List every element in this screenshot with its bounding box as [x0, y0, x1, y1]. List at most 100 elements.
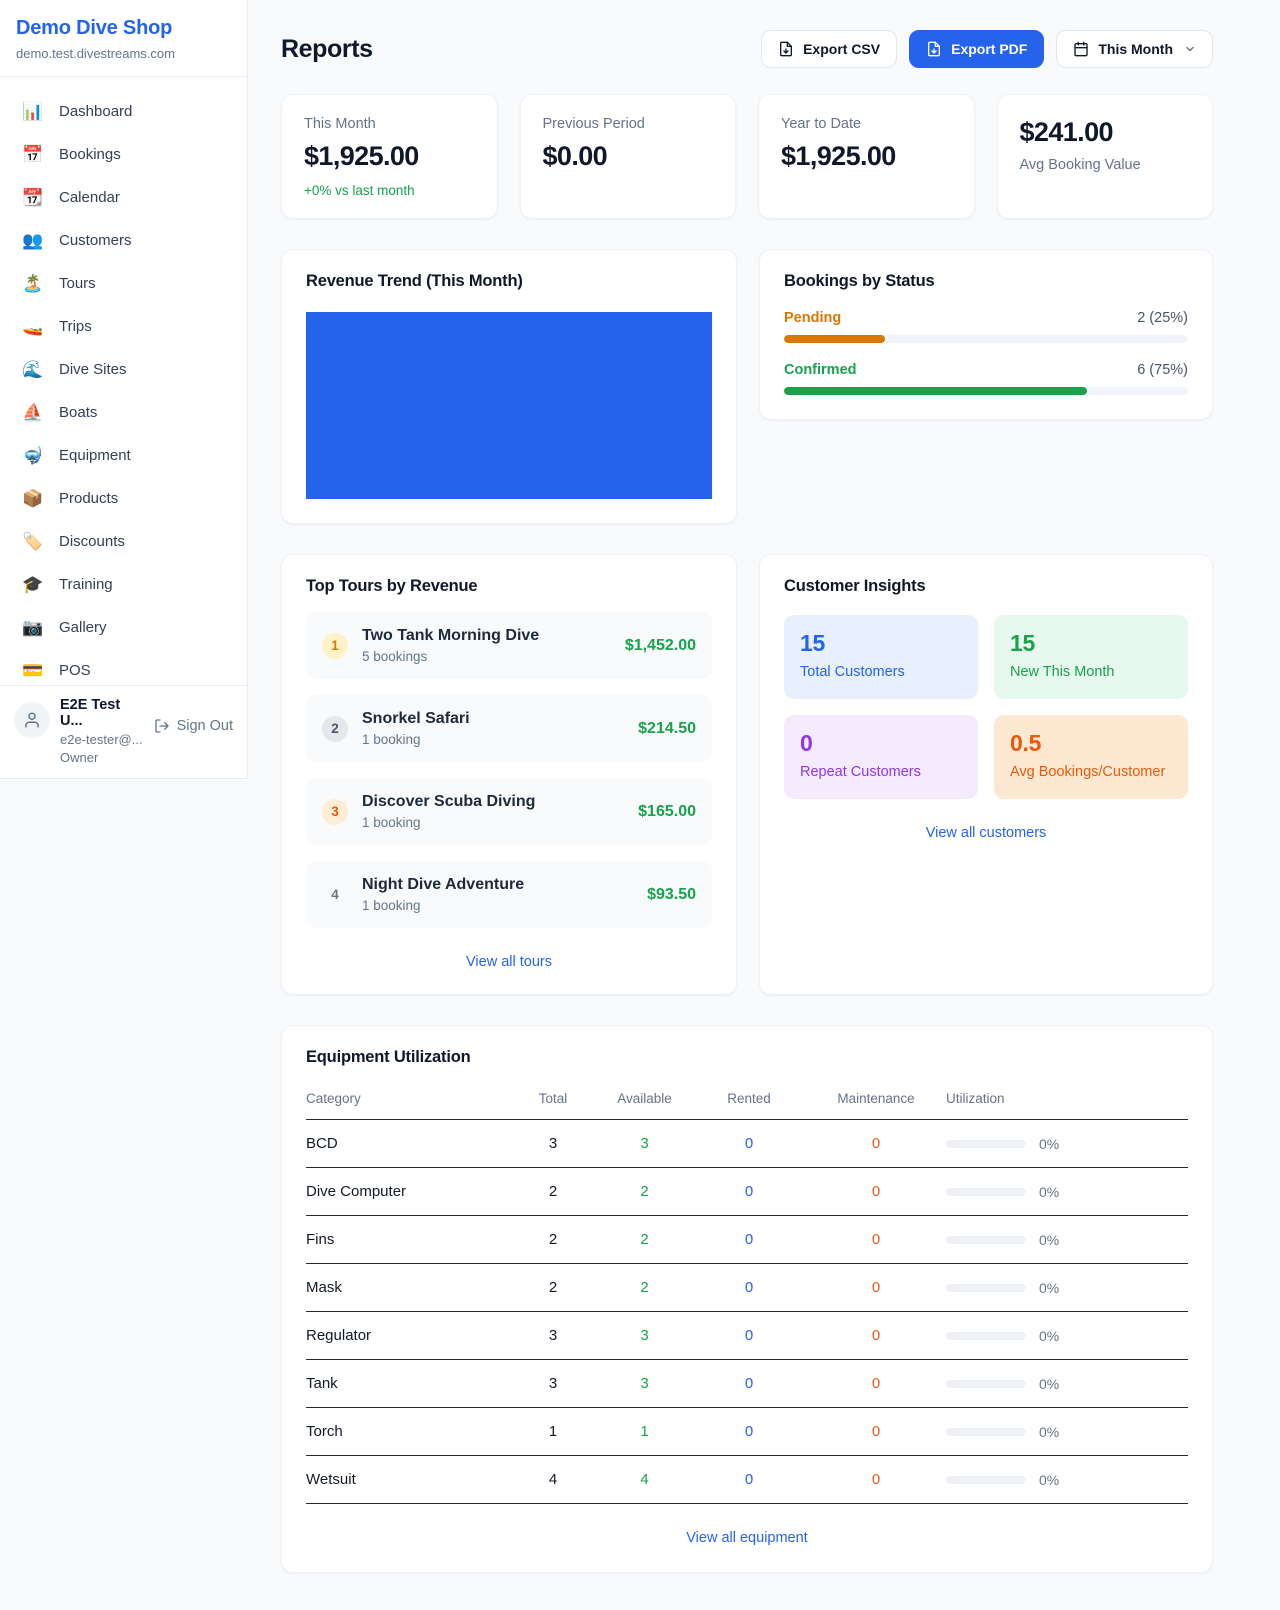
sidebar-nav: 📊 Dashboard 📅 Bookings 📆 Calendar 👥 Cust… — [0, 77, 247, 697]
stat-label: This Month — [304, 116, 475, 132]
sidebar-item-icon: ⛵ — [22, 402, 44, 424]
tour-revenue: $165.00 — [638, 803, 696, 821]
sidebar-item-icon: 👥 — [22, 230, 44, 252]
sidebar-item[interactable]: 📆 Calendar — [12, 177, 235, 219]
utilization-bar — [946, 1428, 1026, 1436]
sidebar-item[interactable]: 🤿 Equipment — [12, 435, 235, 477]
col-maintenance: Maintenance — [806, 1081, 946, 1120]
sidebar-item-label: Gallery — [59, 617, 107, 639]
sidebar-item-label: Dashboard — [59, 101, 132, 123]
customer-insights-title: Customer Insights — [784, 577, 1188, 596]
sidebar-item-label: Dive Sites — [59, 359, 127, 381]
sidebar-item-label: Equipment — [59, 445, 131, 467]
sidebar-item[interactable]: ⛵ Boats — [12, 392, 235, 434]
sidebar-item-label: Boats — [59, 402, 97, 424]
tour-rank-badge: 4 — [322, 882, 348, 908]
tour-item[interactable]: 2 Snorkel Safari 1 booking $214.50 — [306, 695, 712, 762]
equipment-available: 2 — [597, 1264, 692, 1312]
equipment-rented: 0 — [692, 1408, 806, 1456]
equipment-table-header: Category Total Available Rented Maintena… — [306, 1081, 1188, 1120]
user-email: e2e-tester@... — [60, 732, 144, 747]
utilization-bar — [946, 1332, 1026, 1340]
equipment-maintenance: 0 — [806, 1456, 946, 1504]
insight-value: 15 — [1010, 630, 1172, 657]
equipment-total: 2 — [509, 1216, 597, 1264]
shop-name[interactable]: Demo Dive Shop — [16, 17, 231, 40]
sidebar-item[interactable]: 🏝️ Tours — [12, 263, 235, 305]
sidebar-item[interactable]: 🎓 Training — [12, 564, 235, 606]
equipment-table: Category Total Available Rented Maintena… — [306, 1081, 1188, 1504]
sidebar-item-label: Products — [59, 488, 118, 510]
sign-out-button[interactable]: Sign Out — [154, 718, 233, 734]
equipment-rented: 0 — [692, 1264, 806, 1312]
stat-value: $241.00 — [1020, 117, 1191, 148]
sidebar-item[interactable]: 📅 Bookings — [12, 134, 235, 176]
tour-item[interactable]: 1 Two Tank Morning Dive 5 bookings $1,45… — [306, 612, 712, 679]
page-title: Reports — [281, 35, 373, 64]
utilization-percent: 0% — [1039, 1472, 1059, 1488]
equipment-available: 1 — [597, 1408, 692, 1456]
sidebar-item[interactable]: 🌊 Dive Sites — [12, 349, 235, 391]
revenue-chart-bar — [306, 312, 712, 499]
insight-value: 0.5 — [1010, 730, 1172, 757]
insight-label: New This Month — [1010, 664, 1172, 680]
sidebar-item[interactable]: 📷 Gallery — [12, 607, 235, 649]
tour-bookings: 1 booking — [362, 898, 633, 913]
tour-item[interactable]: 3 Discover Scuba Diving 1 booking $165.0… — [306, 778, 712, 845]
status-progress-fill — [784, 335, 885, 343]
avatar — [14, 702, 50, 738]
status-row: Pending 2 (25%) — [784, 310, 1188, 343]
equipment-category: Regulator — [306, 1312, 509, 1360]
sidebar-item-icon: 🎓 — [22, 574, 44, 596]
tour-item[interactable]: 4 Night Dive Adventure 1 booking $93.50 — [306, 861, 712, 928]
view-all-equipment-link[interactable]: View all equipment — [306, 1530, 1188, 1546]
period-selector[interactable]: This Month — [1056, 30, 1213, 68]
tour-bookings: 1 booking — [362, 732, 624, 747]
export-pdf-button[interactable]: Export PDF — [909, 30, 1044, 68]
sidebar-item[interactable]: 🏷️ Discounts — [12, 521, 235, 563]
status-count: 6 (75%) — [1137, 362, 1188, 378]
equipment-rented: 0 — [692, 1456, 806, 1504]
equipment-rented: 0 — [692, 1216, 806, 1264]
equipment-total: 3 — [509, 1120, 597, 1168]
sign-out-label: Sign Out — [177, 718, 233, 734]
col-rented: Rented — [692, 1081, 806, 1120]
insight-label: Repeat Customers — [800, 764, 962, 780]
utilization-bar — [946, 1236, 1026, 1244]
equipment-total: 1 — [509, 1408, 597, 1456]
sidebar-item[interactable]: 👥 Customers — [12, 220, 235, 262]
sidebar-item[interactable]: 🚤 Trips — [12, 306, 235, 348]
equipment-available: 3 — [597, 1360, 692, 1408]
equipment-row: Wetsuit 4 4 0 0 0% — [306, 1456, 1188, 1504]
sidebar-item[interactable]: 📦 Products — [12, 478, 235, 520]
user-role: Owner — [60, 750, 144, 765]
utilization-bar — [946, 1284, 1026, 1292]
top-tours-card: Top Tours by Revenue 1 Two Tank Morning … — [281, 554, 737, 995]
insight-tile: 15 New This Month — [994, 615, 1188, 699]
sidebar-item[interactable]: 📊 Dashboard — [12, 91, 235, 133]
stat-card: Previous Period $0.00 — [520, 94, 737, 219]
equipment-rented: 0 — [692, 1360, 806, 1408]
view-all-tours-link[interactable]: View all tours — [306, 954, 712, 970]
equipment-category: Mask — [306, 1264, 509, 1312]
equipment-available: 2 — [597, 1168, 692, 1216]
main-content: Reports Export CSV Export PDF This Month… — [248, 0, 1280, 1605]
equipment-utilization-title: Equipment Utilization — [306, 1048, 1188, 1067]
sidebar-user-panel: E2E Test U... e2e-tester@... Owner Sign … — [0, 685, 247, 778]
equipment-maintenance: 0 — [806, 1168, 946, 1216]
utilization-percent: 0% — [1039, 1376, 1059, 1392]
stat-value: $1,925.00 — [304, 141, 475, 172]
equipment-maintenance: 0 — [806, 1264, 946, 1312]
export-csv-button[interactable]: Export CSV — [761, 30, 897, 68]
tour-rank-badge: 3 — [322, 799, 348, 825]
utilization-bar — [946, 1476, 1026, 1484]
stat-label: Avg Booking Value — [1020, 157, 1191, 173]
tour-rank-badge: 1 — [322, 633, 348, 659]
stats-grid: This Month $1,925.00 +0% vs last month P… — [281, 94, 1213, 219]
sidebar-item-icon: 📅 — [22, 144, 44, 166]
equipment-category: Tank — [306, 1360, 509, 1408]
view-all-customers-link[interactable]: View all customers — [784, 825, 1188, 841]
tour-name: Two Tank Morning Dive — [362, 627, 611, 645]
equipment-category: Fins — [306, 1216, 509, 1264]
export-csv-label: Export CSV — [803, 41, 880, 57]
